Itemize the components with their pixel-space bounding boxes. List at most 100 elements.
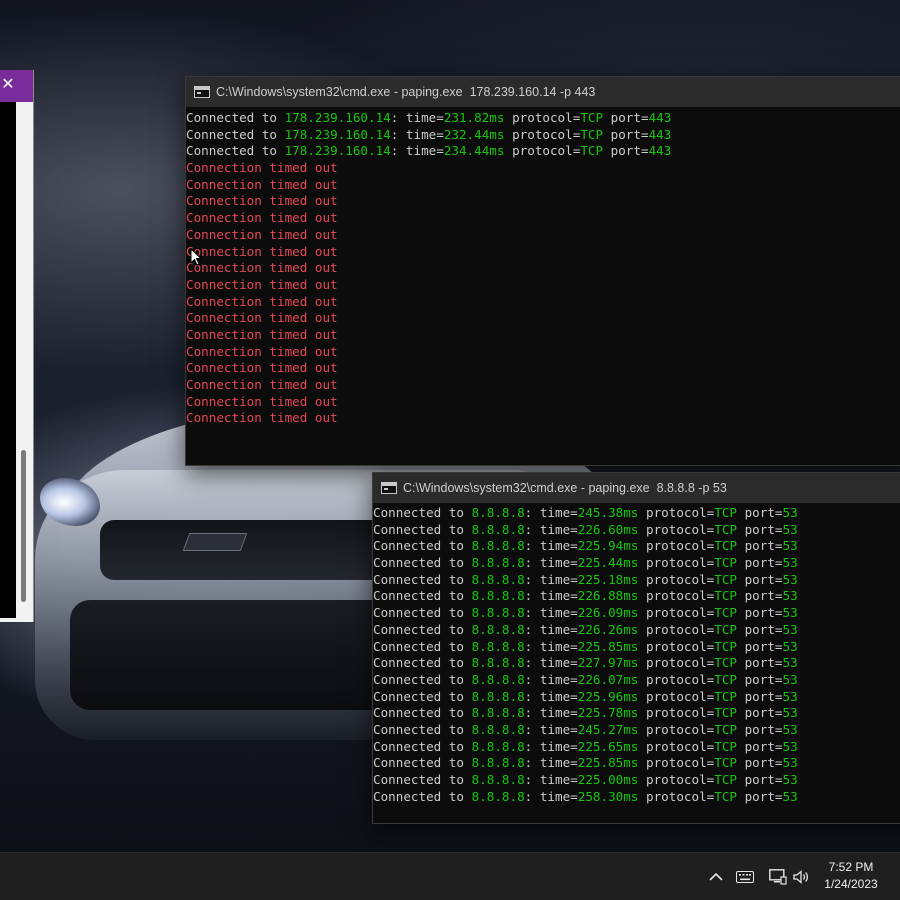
console-line-timeout: Connection timed out xyxy=(186,294,900,311)
cmd-window-paping-443[interactable]: C:\Windows\system32\cmd.exe - paping.exe… xyxy=(185,76,900,466)
cmd-window-titlebar[interactable]: C:\Windows\system32\cmd.exe - paping.exe… xyxy=(186,77,900,107)
timeout-message: Connection timed out xyxy=(186,326,338,342)
protocol-label: protocol= xyxy=(638,772,715,787)
protocol-label: protocol= xyxy=(638,588,715,604)
time-label: : time= xyxy=(390,110,444,125)
console-line-connected: Connected to 8.8.8.8: time=225.96ms prot… xyxy=(373,689,900,706)
connected-label: Connected to xyxy=(373,705,472,721)
connected-label: Connected to xyxy=(373,571,472,587)
port-label: port= xyxy=(736,705,783,721)
console-line-timeout: Connection timed out xyxy=(186,177,900,194)
taskbar-clock[interactable]: 7:52 PM 1/24/2023 xyxy=(816,859,886,893)
ip-address: 178.239.160.14 xyxy=(284,110,391,125)
protocol-label: protocol= xyxy=(638,705,715,721)
protocol-value: TCP xyxy=(714,605,737,621)
port-label: port= xyxy=(603,110,649,125)
port-label: port= xyxy=(736,555,783,571)
latency-value: 232.44ms xyxy=(443,126,505,142)
console-line-connected: Connected to 8.8.8.8: time=225.44ms prot… xyxy=(373,555,900,572)
console-line-timeout: Connection timed out xyxy=(186,360,900,377)
cmd-window-paping-53[interactable]: C:\Windows\system32\cmd.exe - paping.exe… xyxy=(372,472,900,824)
protocol-value: TCP xyxy=(714,688,737,704)
cmd-console-output[interactable]: Connected to 8.8.8.8: time=245.38ms prot… xyxy=(373,503,900,805)
port-label: port= xyxy=(736,788,783,804)
port-value: 53 xyxy=(782,621,798,637)
console-line-timeout: Connection timed out xyxy=(186,210,900,227)
ip-address: 8.8.8.8 xyxy=(471,655,525,671)
console-line-connected: Connected to 8.8.8.8: time=226.88ms prot… xyxy=(373,588,900,605)
latency-value: 225.00ms xyxy=(577,772,639,787)
partial-window-scrollbar[interactable] xyxy=(21,450,26,602)
protocol-label: protocol= xyxy=(638,755,715,771)
protocol-label: protocol= xyxy=(638,621,715,637)
connected-label: Connected to xyxy=(373,621,472,637)
latency-value: 231.82ms xyxy=(443,110,505,125)
connected-label: Connected to xyxy=(373,538,472,554)
time-label: : time= xyxy=(524,521,578,537)
time-label: : time= xyxy=(524,788,578,804)
ip-address: 8.8.8.8 xyxy=(471,521,525,537)
keyboard-icon[interactable] xyxy=(735,867,755,887)
ip-address: 8.8.8.8 xyxy=(471,555,525,571)
timeout-message: Connection timed out xyxy=(186,210,338,226)
protocol-label: protocol= xyxy=(638,605,715,621)
cmd-console-output[interactable]: Connected to 178.239.160.14: time=231.82… xyxy=(186,107,900,427)
latency-value: 225.18ms xyxy=(577,571,639,587)
cmd-window-titlebar[interactable]: C:\Windows\system32\cmd.exe - paping.exe… xyxy=(373,473,900,503)
port-label: port= xyxy=(736,521,783,537)
port-label: port= xyxy=(736,588,783,604)
network-icon[interactable] xyxy=(768,867,788,887)
console-line-connected: Connected to 178.239.160.14: time=232.44… xyxy=(186,127,900,144)
protocol-label: protocol= xyxy=(638,671,715,687)
latency-value: 245.27ms xyxy=(577,721,639,737)
protocol-value: TCP xyxy=(714,671,737,687)
close-icon[interactable]: ✕ xyxy=(0,74,16,94)
console-line-timeout: Connection timed out xyxy=(186,160,900,177)
partial-window-content xyxy=(0,102,16,618)
protocol-value: TCP xyxy=(714,555,737,571)
console-line-timeout: Connection timed out xyxy=(186,327,900,344)
ip-address: 8.8.8.8 xyxy=(471,671,525,687)
protocol-value: TCP xyxy=(714,655,737,671)
console-line-connected: Connected to 8.8.8.8: time=225.85ms prot… xyxy=(373,755,900,772)
port-value: 53 xyxy=(782,721,798,737)
connected-label: Connected to xyxy=(373,755,472,771)
port-value: 53 xyxy=(782,588,798,604)
protocol-value: TCP xyxy=(714,638,737,654)
latency-value: 226.09ms xyxy=(577,605,639,621)
console-line-timeout: Connection timed out xyxy=(186,193,900,210)
console-line-timeout: Connection timed out xyxy=(186,410,900,427)
console-line-connected: Connected to 8.8.8.8: time=226.60ms prot… xyxy=(373,522,900,539)
console-line-connected: Connected to 8.8.8.8: time=225.78ms prot… xyxy=(373,705,900,722)
protocol-value: TCP xyxy=(714,755,737,771)
protocol-value: TCP xyxy=(714,738,737,754)
ip-address: 8.8.8.8 xyxy=(471,721,525,737)
volume-icon[interactable] xyxy=(792,867,812,887)
port-label: port= xyxy=(736,772,783,787)
protocol-label: protocol= xyxy=(504,110,581,125)
connected-label: Connected to xyxy=(373,738,472,754)
port-value: 53 xyxy=(782,788,798,804)
console-line-connected: Connected to 8.8.8.8: time=225.94ms prot… xyxy=(373,538,900,555)
port-value: 53 xyxy=(782,772,798,787)
chevron-up-icon[interactable] xyxy=(706,867,726,887)
ip-address: 8.8.8.8 xyxy=(471,571,525,587)
port-label: port= xyxy=(736,571,783,587)
protocol-label: protocol= xyxy=(638,638,715,654)
cmd-app-icon xyxy=(381,482,397,494)
port-value: 53 xyxy=(782,605,798,621)
console-line-connected: Connected to 8.8.8.8: time=258.30ms prot… xyxy=(373,789,900,806)
partial-window-titlebar[interactable]: ✕ xyxy=(0,70,33,102)
port-label: port= xyxy=(603,126,649,142)
console-line-connected: Connected to 8.8.8.8: time=225.18ms prot… xyxy=(373,572,900,589)
time-label: : time= xyxy=(524,755,578,771)
ip-address: 8.8.8.8 xyxy=(471,705,525,721)
ip-address: 8.8.8.8 xyxy=(471,772,525,787)
partial-app-window[interactable]: ✕ xyxy=(0,70,34,622)
connected-label: Connected to xyxy=(373,605,472,621)
connected-label: Connected to xyxy=(186,110,285,125)
cmd-window-title: C:\Windows\system32\cmd.exe - paping.exe… xyxy=(403,481,727,495)
connected-label: Connected to xyxy=(373,671,472,687)
console-line-timeout: Connection timed out xyxy=(186,377,900,394)
ip-address: 8.8.8.8 xyxy=(471,738,525,754)
